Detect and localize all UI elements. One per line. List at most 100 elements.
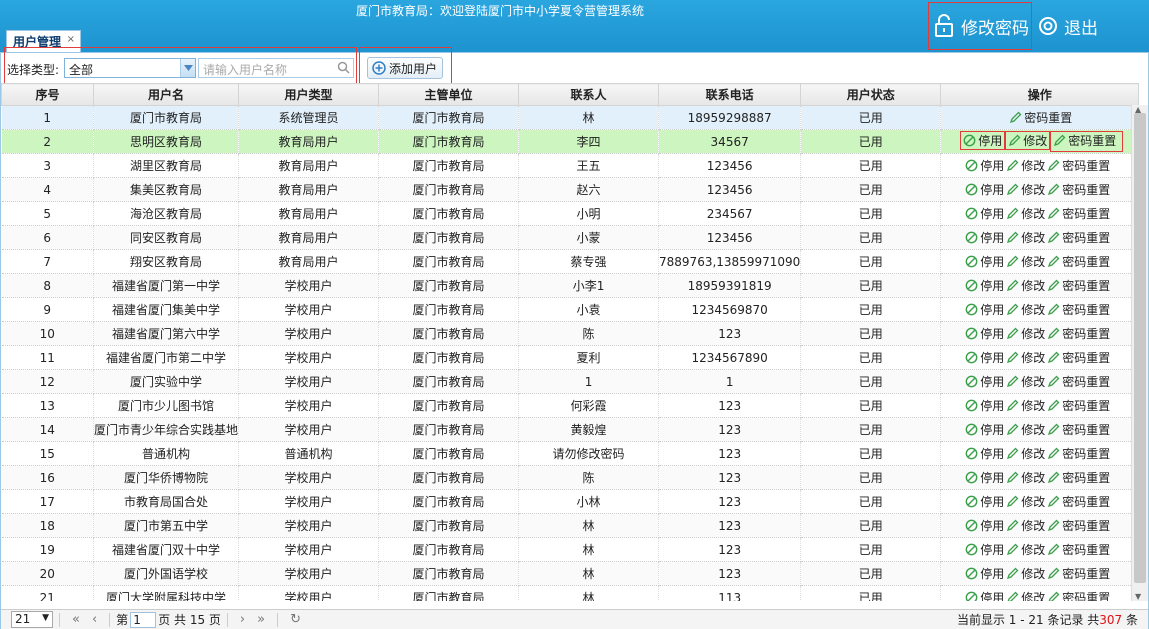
column-header-no[interactable]: 序号 <box>1 83 94 106</box>
edit-button[interactable]: 修改 <box>1006 517 1045 534</box>
stop-button[interactable]: 停用 <box>965 181 1004 198</box>
column-header-actions[interactable]: 操作 <box>940 83 1140 106</box>
stop-button[interactable]: 停用 <box>965 397 1004 414</box>
reset-password-button[interactable]: 密码重置 <box>1047 205 1110 222</box>
stop-button[interactable]: 停用 <box>965 157 1004 174</box>
reset-password-button[interactable]: 密码重置 <box>1047 325 1110 342</box>
reset-password-button[interactable]: 密码重置 <box>1047 397 1110 414</box>
edit-button[interactable]: 修改 <box>1006 181 1045 198</box>
last-page-icon[interactable]: » <box>251 612 271 627</box>
table-row[interactable]: 5 海沧区教育局 教育局用户 厦门市教育局 小明 234567 已用 停用 修改 密码重置 <box>1 201 1140 226</box>
table-row[interactable]: 9 福建省厦门集美中学 学校用户 厦门市教育局 小袁 1234569870 已用 停用 修改 密码… <box>1 297 1140 322</box>
table-row[interactable]: 6 同安区教育局 教育局用户 厦门市教育局 小蒙 123456 已用 停用 修改 密码重置 <box>1 225 1140 250</box>
vertical-scrollbar[interactable]: ▲ ▼ <box>1131 105 1148 601</box>
reset-password-button[interactable]: 密码重置 <box>1047 301 1110 318</box>
table-row[interactable]: 16 厦门华侨博物院 学校用户 厦门市教育局陈 123 已用 停用 修改 密码重置 <box>1 465 1140 490</box>
edit-button[interactable]: 修改 <box>1006 205 1045 222</box>
search-icon[interactable] <box>337 61 350 74</box>
reset-password-button[interactable]: 密码重置 <box>1047 253 1110 270</box>
stop-button[interactable]: 停用 <box>965 421 1004 438</box>
edit-button[interactable]: 修改 <box>1006 229 1045 246</box>
reset-password-button[interactable]: 密码重置 <box>1047 277 1110 294</box>
next-page-icon[interactable]: › <box>234 612 251 627</box>
type-select[interactable]: 全部 <box>64 58 196 78</box>
edit-button[interactable]: 修改 <box>1006 493 1045 510</box>
stop-button[interactable]: 停用 <box>965 253 1004 270</box>
table-row[interactable]: 14 厦门市青少年综合实践基地 学校用户 厦门市教育局 黄毅煌 123 已用 停用 修改 密码重置 <box>1 417 1140 442</box>
stop-button[interactable]: 停用 <box>965 205 1004 222</box>
prev-page-icon[interactable]: ‹ <box>86 612 103 627</box>
table-row[interactable]: 10 福建省厦门第六中学 学校用户 厦门市教育局陈 123 已用 停用 修改 密码重置 <box>1 321 1140 346</box>
scrollbar-thumb[interactable] <box>1134 113 1146 583</box>
table-row[interactable]: 18 厦门市第五中学 学校用户 厦门市教育局林 123 已用 停用 修改 密码重置 <box>1 513 1140 538</box>
reset-password-button[interactable]: 密码重置 <box>1047 565 1110 582</box>
edit-button[interactable]: 修改 <box>1006 373 1045 390</box>
reset-password-button[interactable]: 密码重置 <box>1047 589 1110 601</box>
table-row[interactable]: 4 集美区教育局 教育局用户 厦门市教育局 赵六 123456 已用 停用 修改 密码重置 <box>1 177 1140 202</box>
change-password-button[interactable]: 修改密码 <box>928 2 1032 50</box>
reset-password-button[interactable]: 密码重置 <box>1047 541 1110 558</box>
refresh-icon[interactable]: ↻ <box>284 612 307 627</box>
column-header-user-type[interactable]: 用户类型 <box>238 83 380 106</box>
stop-button[interactable]: 停用 <box>965 541 1004 558</box>
edit-button[interactable]: 修改 <box>1006 253 1045 270</box>
page-number-input[interactable]: 1 <box>130 611 157 628</box>
stop-button[interactable]: 停用 <box>965 469 1004 486</box>
reset-password-button[interactable]: 密码重置 <box>1047 229 1110 246</box>
table-row[interactable]: 15 普通机构 普通机构 厦门市教育局 请勿修改密码 123 已用 停用 修改 密码重置 <box>1 441 1140 466</box>
table-row[interactable]: 11 福建省厦门市第二中学 学校用户 厦门市教育局 夏利 1234567890 已用 停用 修改… <box>1 345 1140 370</box>
edit-button[interactable]: 修改 <box>1006 469 1045 486</box>
first-page-icon[interactable]: « <box>66 612 86 627</box>
column-header-status[interactable]: 用户状态 <box>800 83 942 106</box>
tab-close-icon[interactable]: × <box>67 34 75 45</box>
stop-button[interactable]: 停用 <box>965 373 1004 390</box>
reset-password-button[interactable]: 密码重置 <box>1047 445 1110 462</box>
stop-button[interactable]: 停用 <box>965 277 1004 294</box>
table-row[interactable]: 3 湖里区教育局 教育局用户 厦门市教育局 王五 123456 已用 停用 修改 密码重置 <box>1 153 1140 178</box>
edit-button[interactable]: 修改 <box>1006 541 1045 558</box>
edit-button[interactable]: 修改 <box>1006 157 1045 174</box>
reset-password-button[interactable]: 密码重置 <box>1047 349 1110 366</box>
stop-button[interactable]: 停用 <box>960 131 1006 150</box>
table-row[interactable]: 13 厦门市少儿图书馆 学校用户 厦门市教育局 何彩霞 123 已用 停用 修改 密码重置 <box>1 393 1140 418</box>
reset-password-button[interactable]: 密码重置 <box>1047 421 1110 438</box>
reset-password-button[interactable]: 密码重置 <box>1047 157 1110 174</box>
stop-button[interactable]: 停用 <box>965 445 1004 462</box>
scroll-down-icon[interactable]: ▼ <box>1135 592 1141 601</box>
reset-password-button[interactable]: 密码重置 <box>1050 131 1124 152</box>
reset-password-button[interactable]: 密码重置 <box>1047 181 1110 198</box>
column-header-phone[interactable]: 联系电话 <box>658 83 802 106</box>
table-row[interactable]: 8 福建省厦门第一中学 学校用户 厦门市教育局 小李1 18959391819 已用 停用 修改… <box>1 273 1140 298</box>
edit-button[interactable]: 修改 <box>1006 565 1045 582</box>
table-row[interactable]: 19 福建省厦门双十中学 学校用户 厦门市教育局林 123 已用 停用 修改 密码重置 <box>1 537 1140 562</box>
table-row[interactable]: 17 市教育局国合处 学校用户 厦门市教育局 小林 123 已用 停用 修改 密码重置 <box>1 489 1140 514</box>
stop-button[interactable]: 停用 <box>965 349 1004 366</box>
username-search-input[interactable]: 请输入用户名称 <box>198 58 354 78</box>
table-row[interactable]: 2 思明区教育局 教育局用户 厦门市教育局 李四 34567 已用 停用 修改 密码重置 <box>1 129 1140 154</box>
reset-password-button[interactable]: 密码重置 <box>1047 493 1110 510</box>
column-header-username[interactable]: 用户名 <box>92 83 240 106</box>
edit-button[interactable]: 修改 <box>1005 131 1051 150</box>
edit-button[interactable]: 修改 <box>1006 445 1045 462</box>
stop-button[interactable]: 停用 <box>965 325 1004 342</box>
stop-button[interactable]: 停用 <box>965 493 1004 510</box>
column-header-org[interactable]: 主管单位 <box>378 83 520 106</box>
table-row[interactable]: 12 厦门实验中学 学校用户 厦门市教育局 1 1 已用 停用 修改 密码重置 <box>1 369 1140 394</box>
stop-button[interactable]: 停用 <box>965 517 1004 534</box>
edit-button[interactable]: 修改 <box>1006 397 1045 414</box>
page-size-select[interactable]: 21 ▼ <box>11 611 53 628</box>
table-row[interactable]: 7 翔安区教育局 教育局用户 厦门市教育局 蔡专强 7889763,13859971090… <box>1 249 1140 274</box>
table-row[interactable]: 1 厦门市教育局 系统管理员 厦门市教育局林 18959298887 已用 密码重置 <box>1 105 1140 130</box>
reset-password-button[interactable]: 密码重置 <box>1047 373 1110 390</box>
edit-button[interactable]: 修改 <box>1006 325 1045 342</box>
table-row[interactable]: 21 厦门大学附属科技中学 学校用户 厦门市教育局林 113 已用 停用 修改 密码重置 <box>1 585 1140 601</box>
reset-password-button[interactable]: 密码重置 <box>1047 469 1110 486</box>
stop-button[interactable]: 停用 <box>965 301 1004 318</box>
edit-button[interactable]: 修改 <box>1006 421 1045 438</box>
stop-button[interactable]: 停用 <box>965 229 1004 246</box>
logout-button[interactable]: 退出 <box>1038 2 1108 50</box>
edit-button[interactable]: 修改 <box>1006 349 1045 366</box>
stop-button[interactable]: 停用 <box>965 589 1004 601</box>
table-row[interactable]: 20 厦门外国语学校 学校用户 厦门市教育局林 123 已用 停用 修改 密码重置 <box>1 561 1140 586</box>
edit-button[interactable]: 修改 <box>1006 277 1045 294</box>
